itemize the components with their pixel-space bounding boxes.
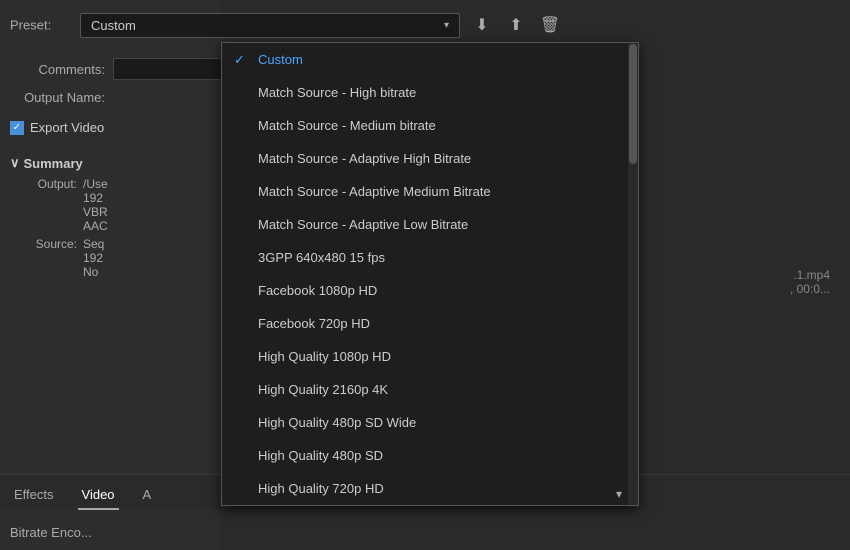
- right-summary: .1.mp4 , 00:0...: [790, 268, 830, 296]
- dropdown-item-high-bitrate[interactable]: Match Source - High bitrate: [222, 76, 638, 109]
- dropdown-item-adaptive-medium[interactable]: Match Source - Adaptive Medium Bitrate: [222, 175, 638, 208]
- summary-output-line4: AAC: [83, 219, 108, 233]
- dropdown-item-facebook-720[interactable]: Facebook 720p HD: [222, 307, 638, 340]
- dropdown-item-hq-4k[interactable]: High Quality 2160p 4K: [222, 373, 638, 406]
- preset-dropdown-text: Custom: [91, 18, 436, 33]
- summary-output-value: /Use 192 VBR AAC: [83, 177, 108, 233]
- summary-output-row: Output: /Use 192 VBR AAC: [22, 177, 108, 233]
- summary-title-text: Summary: [24, 156, 83, 171]
- summary-source-line1: Seq: [83, 237, 104, 251]
- export-video-row: ✓ Export Video: [10, 120, 104, 135]
- comments-label: Comments:: [10, 62, 105, 77]
- output-name-row: Output Name:: [10, 90, 113, 105]
- dropdown-item-hq-1080[interactable]: High Quality 1080p HD: [222, 340, 638, 373]
- bitrate-encoding-label: Bitrate Enco...: [10, 514, 92, 550]
- export-video-checkbox[interactable]: ✓: [10, 121, 24, 135]
- right-summary-line2: , 00:0...: [790, 282, 830, 296]
- output-name-label: Output Name:: [10, 90, 105, 105]
- summary-source-line2: 192: [83, 251, 104, 265]
- preset-dropdown[interactable]: Custom ▾: [80, 13, 460, 38]
- tab-effects[interactable]: Effects: [10, 481, 58, 510]
- main-area: Preset: Custom ▾ ⬇ ⬆ 🗑 Comments: Output …: [0, 0, 850, 550]
- summary-content: Output: /Use 192 VBR AAC Source: Seq 192…: [22, 177, 108, 279]
- dropdown-item-hq-480-wide[interactable]: High Quality 480p SD Wide: [222, 406, 638, 439]
- summary-source-value: Seq 192 No: [83, 237, 104, 279]
- dropdown-item-facebook-1080[interactable]: Facebook 1080p HD: [222, 274, 638, 307]
- dropdown-item-hq-480-sd[interactable]: High Quality 480p SD: [222, 439, 638, 472]
- right-summary-line1: .1.mp4: [790, 268, 830, 282]
- summary-section: ∨ Summary Output: /Use 192 VBR AAC Sourc…: [10, 155, 108, 283]
- chevron-down-icon: ▾: [444, 20, 449, 31]
- dropdown-item-adaptive-low[interactable]: Match Source - Adaptive Low Bitrate: [222, 208, 638, 241]
- summary-source-line3: No: [83, 265, 104, 279]
- dropdown-item-custom[interactable]: Custom: [222, 43, 638, 76]
- summary-output-label: Output:: [22, 177, 77, 233]
- summary-chevron-icon: ∨: [10, 155, 20, 171]
- summary-output-line2: 192: [83, 191, 108, 205]
- dropdown-scrollbar[interactable]: [628, 43, 638, 505]
- preset-dropdown-overlay: Custom Match Source - High bitrate Match…: [221, 42, 639, 506]
- tab-video[interactable]: Video: [78, 481, 119, 510]
- preset-label: Preset:: [10, 18, 51, 33]
- save-preset-button[interactable]: ⬇: [468, 11, 496, 39]
- preset-icons: ⬇ ⬆ 🗑: [468, 11, 564, 39]
- summary-title: ∨ Summary: [10, 155, 108, 171]
- summary-source-label: Source:: [22, 237, 77, 279]
- summary-output-line1: /Use: [83, 177, 108, 191]
- summary-output-line3: VBR: [83, 205, 108, 219]
- export-video-label: Export Video: [30, 120, 104, 135]
- dropdown-item-hq-720[interactable]: High Quality 720p HD: [222, 472, 638, 505]
- dropdown-item-adaptive-high[interactable]: Match Source - Adaptive High Bitrate: [222, 142, 638, 175]
- scrollbar-thumb: [629, 44, 637, 164]
- preset-row: Preset: Custom ▾ ⬇ ⬆ 🗑: [0, 8, 850, 42]
- dropdown-scroll-down-icon[interactable]: ▾: [612, 483, 626, 505]
- delete-preset-button[interactable]: 🗑: [536, 11, 564, 39]
- summary-source-row: Source: Seq 192 No: [22, 237, 108, 279]
- dropdown-item-medium-bitrate[interactable]: Match Source - Medium bitrate: [222, 109, 638, 142]
- tab-audio[interactable]: A: [139, 481, 156, 510]
- import-preset-button[interactable]: ⬆: [502, 11, 530, 39]
- dropdown-item-3gpp[interactable]: 3GPP 640x480 15 fps: [222, 241, 638, 274]
